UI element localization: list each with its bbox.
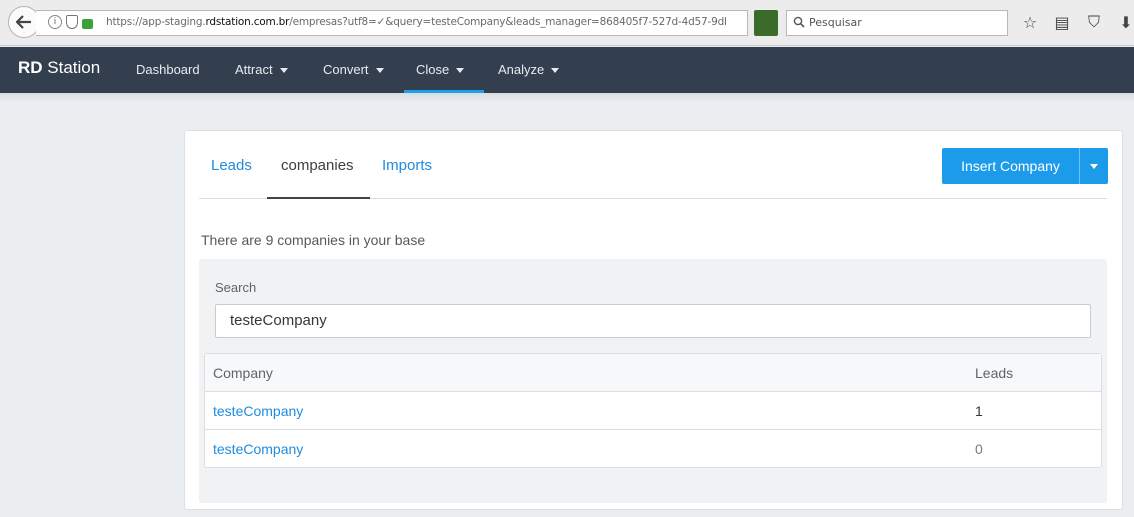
insert-company-button-group: Insert Company xyxy=(942,148,1108,184)
browser-search-field[interactable]: Pesquisar xyxy=(786,10,1008,36)
column-header-leads[interactable]: Leads xyxy=(975,365,1013,381)
url-text[interactable]: https://app-staging.rdstation.com.br/emp… xyxy=(106,16,726,28)
companies-count: There are 9 companies in your base xyxy=(201,232,426,248)
bookmark-star-icon[interactable]: ☆ xyxy=(1020,12,1040,32)
table-header: Company Leads xyxy=(205,354,1101,392)
arrow-left-icon xyxy=(16,15,31,29)
nav-attract[interactable]: Attract xyxy=(235,62,288,77)
brand-logo[interactable]: RD Station xyxy=(18,58,100,78)
nav-convert[interactable]: Convert xyxy=(323,62,384,77)
app-navbar: RD Station Dashboard Attract Convert Clo… xyxy=(0,47,1134,93)
companies-card: Leads companies Imports Insert Company T… xyxy=(184,130,1123,510)
tab-imports[interactable]: Imports xyxy=(382,157,432,174)
company-link[interactable]: testeCompany xyxy=(213,441,303,457)
leads-count: 1 xyxy=(975,403,983,419)
browser-search-placeholder: Pesquisar xyxy=(809,16,862,29)
address-bar[interactable]: i https://app-staging.rdstation.com.br/e… xyxy=(36,10,772,36)
table-row: testeCompany 0 xyxy=(205,430,1101,468)
search-panel: Search testeCompany Company Leads testeC… xyxy=(199,259,1107,503)
active-tab-indicator xyxy=(267,197,370,199)
lock-icon xyxy=(82,18,93,29)
shield-icon[interactable] xyxy=(66,15,78,29)
tab-leads[interactable]: Leads xyxy=(211,157,252,174)
extension-button[interactable] xyxy=(754,10,778,36)
nav-close[interactable]: Close xyxy=(416,62,465,77)
download-icon[interactable]: ⬇ xyxy=(1116,12,1134,32)
insert-company-button[interactable]: Insert Company xyxy=(942,148,1080,184)
caret-down-icon xyxy=(551,68,560,74)
search-icon xyxy=(793,16,805,28)
search-label: Search xyxy=(215,280,257,295)
nav-analyze[interactable]: Analyze xyxy=(498,62,560,77)
caret-down-icon xyxy=(375,68,384,74)
browser-toolbar: i https://app-staging.rdstation.com.br/e… xyxy=(0,0,1134,46)
company-link[interactable]: testeCompany xyxy=(213,403,303,419)
info-icon[interactable]: i xyxy=(48,15,62,29)
search-input[interactable]: testeCompany xyxy=(215,304,1091,338)
tab-companies[interactable]: companies xyxy=(281,157,354,174)
table-row: testeCompany 1 xyxy=(205,392,1101,430)
pocket-icon[interactable]: ⛉ xyxy=(1084,12,1104,32)
reading-list-icon[interactable]: ▤ xyxy=(1052,12,1072,32)
caret-down-icon xyxy=(456,68,465,74)
caret-down-icon xyxy=(279,68,288,74)
nav-dashboard[interactable]: Dashboard xyxy=(136,62,200,77)
insert-company-dropdown-toggle[interactable] xyxy=(1080,148,1108,184)
companies-table: Company Leads testeCompany 1 testeCompan… xyxy=(204,353,1102,468)
caret-down-icon xyxy=(1090,163,1098,169)
leads-count: 0 xyxy=(975,441,983,457)
nav-shadow xyxy=(0,93,1134,103)
column-header-company[interactable]: Company xyxy=(213,365,273,381)
